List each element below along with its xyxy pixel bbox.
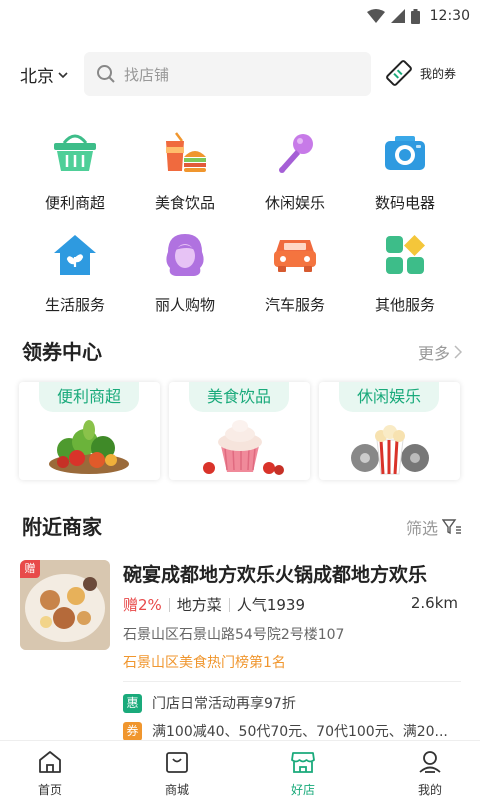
coupon-badge: 券: [123, 721, 142, 741]
chevron-right-icon: [454, 345, 462, 359]
category-beauty[interactable]: 丽人购物: [130, 230, 240, 315]
profile-icon: [419, 751, 441, 773]
section-title: 领券中心: [22, 340, 102, 364]
divider: [228, 597, 230, 612]
promo-coupon: 券 满100减40、50代70元、70代100元、满20...: [123, 721, 463, 741]
more-link[interactable]: 更多: [418, 340, 462, 364]
section-title: 附近商家: [22, 515, 102, 539]
promo-discount: 惠 门店日常活动再享97折: [123, 693, 463, 713]
search-icon: [97, 65, 115, 83]
nav-profile[interactable]: 我的: [390, 749, 470, 798]
category-digital[interactable]: 数码电器: [350, 128, 460, 213]
category-label: 其他服务: [374, 296, 435, 314]
promo-text: 门店日常活动再享97折: [152, 696, 296, 712]
category-label: 数码电器: [374, 194, 435, 212]
divider: [168, 597, 170, 612]
home-icon: [39, 751, 61, 773]
category-label: 生活服务: [44, 296, 105, 314]
shopping-bag-icon: [166, 752, 188, 773]
clock: 12:30: [429, 8, 470, 24]
microphone-icon: [270, 128, 320, 178]
category-label: 休闲娱乐: [264, 194, 325, 212]
gift-rate: 赠2%: [123, 596, 162, 614]
divider: [123, 681, 461, 682]
search-placeholder: 找店铺: [124, 65, 170, 84]
search-input[interactable]: 找店铺: [84, 52, 371, 96]
cuisine-type: 地方菜: [176, 596, 222, 614]
city-selector[interactable]: 北京: [20, 62, 68, 87]
nav-mall[interactable]: 商城: [137, 749, 217, 798]
merchant-address: 石景山区石景山路54号院2号楼107: [123, 627, 345, 643]
nav-label: 我的: [417, 783, 442, 797]
distance: 2.6km: [410, 594, 458, 612]
filter-icon: [442, 519, 461, 535]
more-label: 更多: [417, 344, 450, 363]
category-convenience[interactable]: 便利商超: [20, 128, 130, 213]
coupon-card-tag: 便利商超: [39, 382, 139, 412]
basket-icon: [50, 128, 100, 178]
nav-label: 好店: [290, 783, 315, 797]
coupon-cards: 便利商超 美食饮品 休闲娱乐: [19, 382, 461, 482]
category-label: 丽人购物: [154, 296, 215, 314]
nav-label: 首页: [37, 783, 62, 797]
battery-icon: [410, 8, 420, 24]
bottom-nav: 首页 商城 好店 我的: [0, 740, 480, 800]
camera-icon: [380, 128, 430, 178]
category-auto[interactable]: 汽车服务: [240, 230, 350, 315]
cupcake-image: [203, 420, 284, 475]
coupon-center-header: 领券中心 更多: [0, 336, 480, 366]
city-label: 北京: [20, 67, 54, 87]
coupon-card-tag: 美食饮品: [189, 382, 289, 412]
house-icon: [50, 230, 100, 280]
category-label: 汽车服务: [264, 296, 325, 314]
wifi-icon: [366, 9, 385, 23]
coupon-card-convenience[interactable]: 便利商超: [19, 382, 160, 480]
merchant-thumbnail: 赠: [20, 560, 110, 650]
category-other[interactable]: 其他服务: [350, 230, 460, 315]
promo-text: 满100减40、50代70元、70代100元、满20...: [152, 724, 448, 740]
my-coupons-button[interactable]: 我的券: [384, 58, 456, 88]
chevron-down-icon: [58, 71, 68, 78]
popcorn-film-image: [351, 425, 429, 475]
store-icon: [291, 752, 315, 773]
nav-label: 商城: [164, 783, 189, 797]
merchant-name: 碗宴成都地方欢乐火锅成都地方欢乐: [123, 564, 428, 586]
coupon-card-tag: 休闲娱乐: [339, 382, 439, 412]
category-label: 美食饮品: [154, 194, 215, 212]
grid-icon: [380, 230, 430, 280]
vegetable-basket-image: [49, 420, 129, 474]
my-coupons-label: 我的券: [420, 66, 457, 81]
status-bar: 12:30: [0, 0, 480, 36]
ranking-label: 石景山区美食热门榜第1名: [123, 655, 286, 671]
filter-label: 筛选: [405, 519, 438, 538]
category-food[interactable]: 美食饮品: [130, 128, 240, 213]
category-leisure[interactable]: 休闲娱乐: [240, 128, 350, 213]
top-header: 北京 找店铺 我的券: [0, 50, 480, 98]
coupon-card-leisure[interactable]: 休闲娱乐: [319, 382, 460, 480]
nav-home[interactable]: 首页: [10, 749, 90, 798]
nav-good-shops[interactable]: 好店: [263, 749, 343, 798]
car-icon: [270, 230, 320, 280]
gift-badge: 赠: [20, 560, 40, 578]
discount-badge: 惠: [123, 693, 142, 713]
category-label: 便利商超: [44, 194, 105, 212]
popularity: 人气1939: [236, 596, 305, 614]
nearby-merchants-header: 附近商家 筛选: [0, 511, 480, 541]
coupon-card-food[interactable]: 美食饮品: [169, 382, 310, 480]
beauty-icon: [160, 230, 210, 280]
food-drink-icon: [160, 128, 210, 178]
merchant-meta: 赠2% 地方菜 人气1939: [123, 594, 305, 615]
signal-icon: [390, 9, 405, 23]
category-life-service[interactable]: 生活服务: [20, 230, 130, 315]
ticket-icon: [386, 60, 412, 86]
filter-button[interactable]: 筛选: [406, 515, 462, 539]
